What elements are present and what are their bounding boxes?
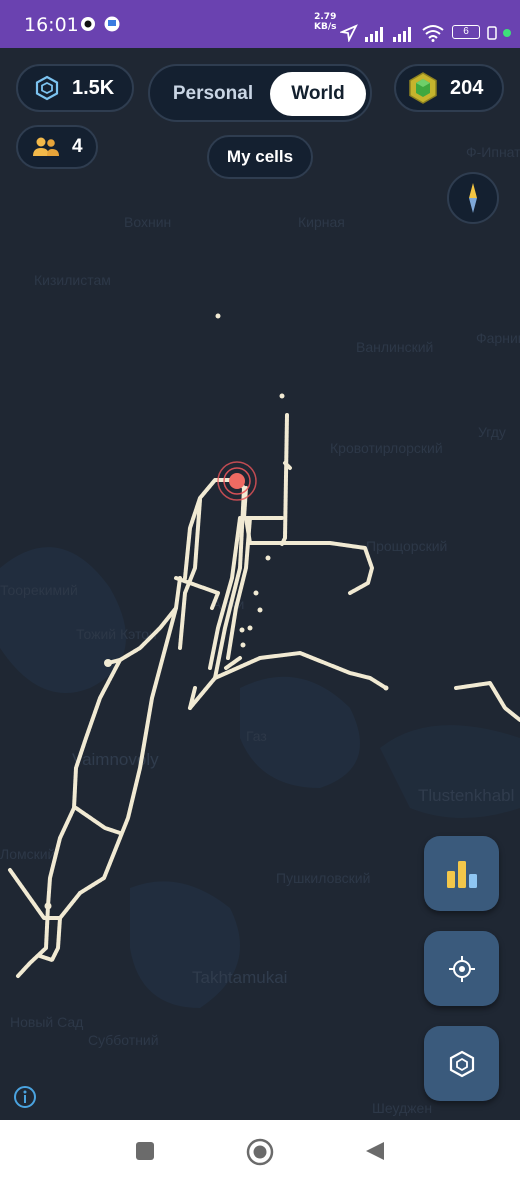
recents-button[interactable] (134, 1140, 156, 1167)
gems-counter[interactable]: 204 (394, 64, 504, 112)
compass-icon (469, 183, 477, 213)
cells-counter[interactable]: 1.5K (16, 64, 134, 112)
recents-icon (136, 1142, 154, 1160)
my-cells-button[interactable]: My cells (207, 135, 313, 179)
signal-icon (365, 27, 383, 42)
cells-count: 1.5K (72, 76, 115, 99)
nfc-app-icon (81, 17, 95, 31)
system-nav-bar (0, 1120, 520, 1184)
tab-world[interactable]: World (270, 72, 366, 116)
battery-icon: 6 (452, 25, 480, 39)
info-button[interactable] (13, 1085, 37, 1109)
compass-button[interactable] (447, 172, 499, 224)
battery-level: 6 (463, 26, 469, 37)
status-bar: 16:01 2.79 KB/s 6 (0, 0, 520, 48)
tab-personal[interactable]: Personal (156, 72, 270, 116)
location-arrow-icon (340, 24, 358, 42)
current-location-marker (216, 460, 258, 502)
friends-icon (33, 137, 59, 156)
personal-world-toggle[interactable]: Personal World (148, 64, 372, 122)
hexagon-icon (35, 75, 59, 101)
friends-counter[interactable]: 4 (16, 125, 98, 169)
back-button[interactable] (364, 1140, 386, 1167)
wifi-icon (422, 25, 444, 42)
locate-button[interactable] (424, 931, 499, 1006)
signal-icon (393, 27, 411, 42)
back-icon (366, 1142, 384, 1160)
hexagon-icon (449, 1050, 474, 1077)
network-speed: 2.79 KB/s (314, 12, 337, 32)
vibrate-icon (487, 26, 497, 40)
locate-icon (448, 955, 475, 982)
friends-count: 4 (72, 136, 83, 157)
gem-icon (409, 72, 437, 104)
leaderboard-button[interactable] (424, 836, 499, 911)
leaderboard-icon (446, 860, 477, 888)
dot-icon (503, 29, 511, 37)
home-button[interactable] (246, 1138, 274, 1171)
app-icon (104, 16, 120, 32)
home-icon (246, 1138, 274, 1166)
gems-count: 204 (450, 76, 484, 99)
cells-view-button[interactable] (424, 1026, 499, 1101)
info-icon (14, 1086, 36, 1108)
clock: 16:01 (24, 14, 79, 36)
